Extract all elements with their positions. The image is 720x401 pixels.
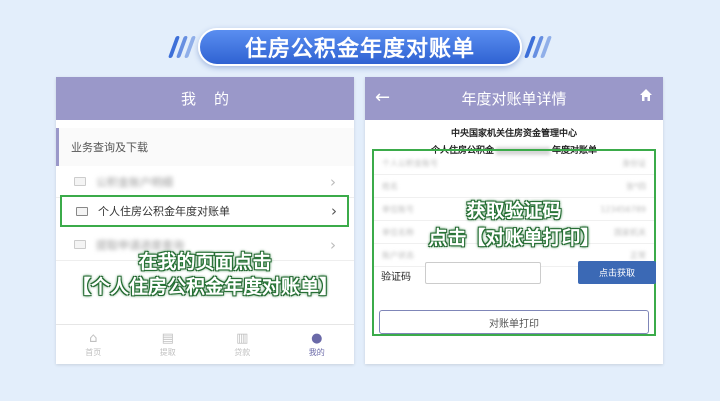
banner-decoration-right <box>523 36 553 58</box>
instruction-line: 获取验证码 <box>466 200 562 222</box>
banner-title: 住房公积金年度对账单 <box>198 28 522 66</box>
withdraw-icon: ▤ <box>161 331 174 346</box>
tab-label: 我的 <box>308 348 325 357</box>
menu-item-account-detail[interactable]: 公积金账户明细 › <box>56 166 354 198</box>
tab-withdraw[interactable]: ▤ 提取 <box>131 325 206 364</box>
tab-home[interactable]: ⌂ 首页 <box>56 325 131 364</box>
user-icon: ● <box>311 331 323 346</box>
bottom-tab-bar: ⌂ 首页 ▤ 提取 ▥ 贷款 ● 我的 <box>56 324 354 364</box>
info-value: 张*四 <box>626 182 646 191</box>
tab-loan[interactable]: ▥ 贷款 <box>205 325 280 364</box>
info-label: 姓名 <box>382 182 398 191</box>
home-icon: ⌂ <box>89 331 98 346</box>
info-value: 身份证 <box>622 159 646 168</box>
tab-label: 首页 <box>85 348 102 357</box>
menu-item-label: 个人住房公积金年度对账单 <box>98 205 230 218</box>
captcha-label: 验证码 <box>381 272 411 283</box>
get-code-button[interactable]: 点击获取 <box>578 261 656 284</box>
card-icon <box>76 206 88 216</box>
info-row: 个人公积金账号 身份证 <box>374 153 654 175</box>
instruction-line: 在我的页面点击 <box>138 251 272 273</box>
document-icon <box>74 240 86 249</box>
page-title: 年度对账单详情 <box>461 90 567 108</box>
back-arrow-icon[interactable]: ← <box>375 87 390 108</box>
document-icon <box>74 177 86 186</box>
page-title: 我的 <box>56 77 354 120</box>
left-instruction: 在我的页面点击 【个人住房公积金年度对账单】 <box>56 250 354 300</box>
chevron-right-icon: › <box>331 202 337 220</box>
home-icon[interactable] <box>639 88 653 106</box>
print-statement-button[interactable]: 对账单打印 <box>379 310 649 334</box>
tab-label: 提取 <box>159 348 176 357</box>
tab-label: 贷款 <box>234 348 251 357</box>
info-label: 个人公积金账号 <box>382 159 438 168</box>
title-banner: 住房公积金年度对账单 <box>167 26 553 68</box>
chevron-right-icon: › <box>330 173 336 191</box>
instruction-line: 【个人住房公积金年度对账单】 <box>71 276 338 298</box>
detail-header: ← 年度对账单详情 <box>365 77 663 120</box>
tab-mine[interactable]: ● 我的 <box>280 325 355 364</box>
instruction-line: 点击【对账单打印】 <box>428 227 600 249</box>
loan-icon: ▥ <box>236 331 249 346</box>
my-page-screen: 我的 业务查询及下载 公积金账户明细 › 个人住房公积金年度对账单 › 提取申请… <box>56 77 354 364</box>
captcha-input[interactable] <box>425 262 541 284</box>
menu-item-label: 公积金账户明细 <box>96 175 173 189</box>
menu-item-annual-statement[interactable]: 个人住房公积金年度对账单 › <box>60 195 349 227</box>
section-title: 业务查询及下载 <box>56 128 354 166</box>
right-instruction: 获取验证码 点击【对账单打印】 <box>365 198 663 252</box>
info-row: 姓名 张*四 <box>374 176 654 198</box>
organization-name: 中央国家机关住房资金管理中心 <box>450 129 577 139</box>
banner-decoration-left <box>167 36 197 58</box>
